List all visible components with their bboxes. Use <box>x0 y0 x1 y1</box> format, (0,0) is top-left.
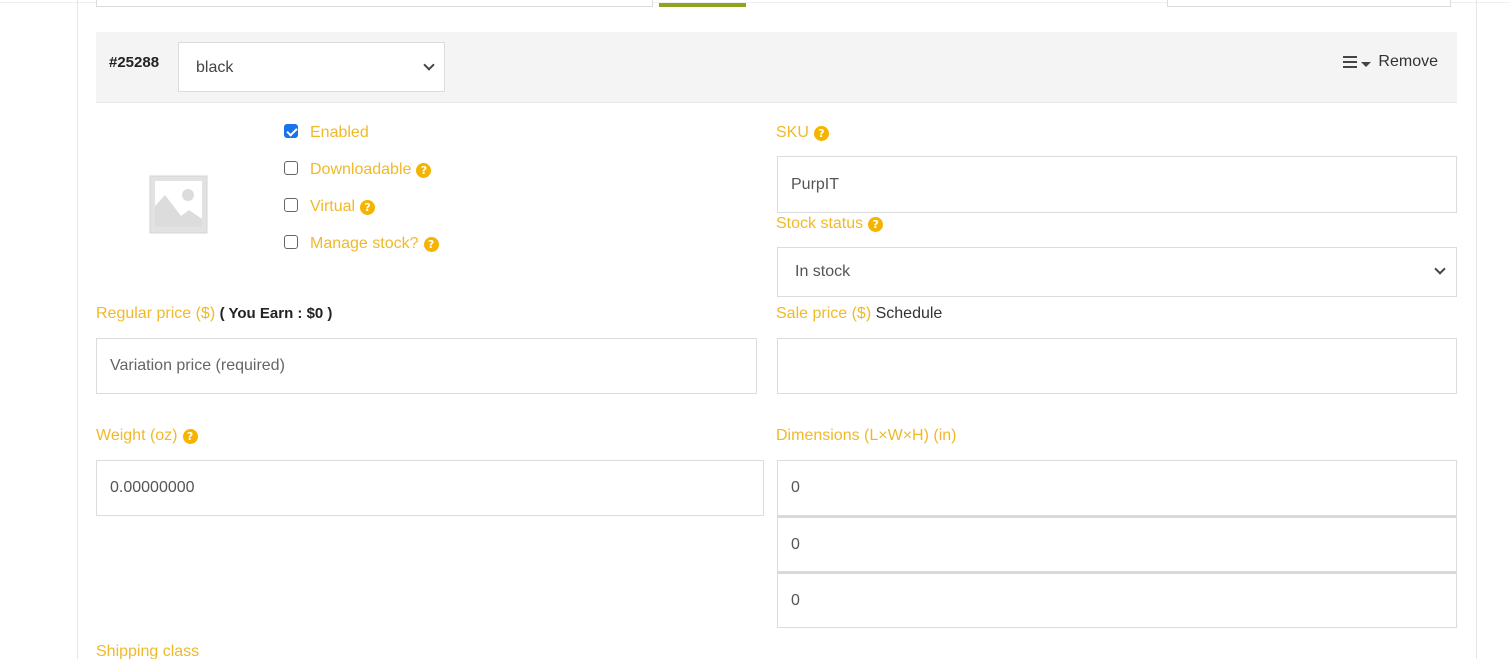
manage-stock-label: Manage stock? <box>310 235 419 252</box>
weight-label-text: Weight (oz) <box>96 427 178 444</box>
help-icon[interactable]: ? <box>360 199 376 215</box>
dimensions-label: Dimensions (L×W×H) (in) <box>776 427 956 445</box>
schedule-link[interactable]: Schedule <box>876 305 943 322</box>
dimension-length-value: 0 <box>791 479 800 496</box>
you-earn-note: ( You Earn : $0 ) <box>219 305 333 322</box>
weight-input[interactable]: 0.00000000 <box>96 460 764 516</box>
sale-price-label-text: Sale price ($) <box>776 305 872 322</box>
previous-field-input[interactable] <box>96 0 653 7</box>
remove-variation-link[interactable]: Remove <box>1378 53 1438 71</box>
option-virtual: Virtual ? <box>284 198 376 216</box>
help-icon[interactable]: ? <box>813 126 829 141</box>
downloadable-label: Downloadable <box>310 161 412 178</box>
variation-editor: #25288 black Remove Enabled Downloadable… <box>0 0 1510 659</box>
enabled-label: Enabled <box>310 124 369 141</box>
variation-actions: Remove <box>1343 53 1438 71</box>
dimension-height-value: 0 <box>791 591 800 609</box>
stock-status-label-text: Stock status <box>776 215 864 232</box>
panel-border <box>1476 0 1477 659</box>
sku-input[interactable]: PurpIT <box>777 156 1457 213</box>
caret-down-icon[interactable] <box>1361 61 1372 67</box>
panel-border <box>77 0 78 659</box>
regular-price-input[interactable]: Variation price (required) <box>96 338 757 394</box>
variation-attribute-value: black <box>196 59 234 76</box>
downloadable-checkbox[interactable] <box>284 161 298 175</box>
weight-label: Weight (oz)? <box>96 427 198 445</box>
help-icon[interactable]: ? <box>423 236 439 252</box>
hamburger-icon[interactable] <box>1343 56 1358 68</box>
weight-value: 0.00000000 <box>110 479 195 496</box>
dimension-length-input[interactable]: 0 <box>777 460 1457 516</box>
sku-label: SKU? <box>776 124 829 142</box>
dimensions-label-text: Dimensions (L×W×H) (in) <box>776 427 957 444</box>
help-icon[interactable]: ? <box>868 217 884 232</box>
help-icon[interactable]: ? <box>416 162 432 178</box>
manage-stock-checkbox[interactable] <box>284 235 298 249</box>
dimension-width-input[interactable]: 0 <box>777 516 1457 572</box>
regular-price-placeholder: Variation price (required) <box>110 357 285 374</box>
option-manage-stock: Manage stock? ? <box>284 235 439 253</box>
virtual-checkbox[interactable] <box>284 198 298 212</box>
chevron-down-icon <box>423 59 435 71</box>
variation-attribute-select[interactable]: black <box>178 42 445 92</box>
chevron-down-icon <box>1434 263 1446 275</box>
sale-price-label: Sale price ($) Schedule <box>776 305 942 323</box>
help-icon[interactable]: ? <box>182 429 198 444</box>
previous-field-input-right[interactable] <box>1167 0 1451 7</box>
sale-price-input[interactable] <box>777 338 1457 394</box>
stock-status-select[interactable]: In stock <box>777 247 1457 297</box>
shipping-class-label-text: Shipping class <box>96 643 200 659</box>
sku-label-text: SKU <box>776 124 809 141</box>
stock-status-value: In stock <box>795 263 851 280</box>
dimension-height-input[interactable]: 0 <box>777 572 1457 628</box>
image-placeholder-icon[interactable] <box>148 174 209 235</box>
option-enabled: Enabled <box>284 124 369 142</box>
shipping-class-label: Shipping class <box>96 643 199 659</box>
sku-value: PurpIT <box>791 175 840 193</box>
variation-id: #25288 <box>109 54 160 71</box>
dimension-width-value: 0 <box>791 535 800 553</box>
previous-action-button[interactable] <box>659 3 746 7</box>
regular-price-label: Regular price ($) ( You Earn : $0 ) <box>96 305 332 323</box>
enabled-checkbox[interactable] <box>284 124 298 138</box>
option-downloadable: Downloadable ? <box>284 161 432 179</box>
virtual-label: Virtual <box>310 198 356 215</box>
stock-status-label: Stock status? <box>776 215 884 233</box>
variation-header: #25288 black Remove <box>96 32 1457 103</box>
regular-price-label-text: Regular price ($) <box>96 305 216 322</box>
